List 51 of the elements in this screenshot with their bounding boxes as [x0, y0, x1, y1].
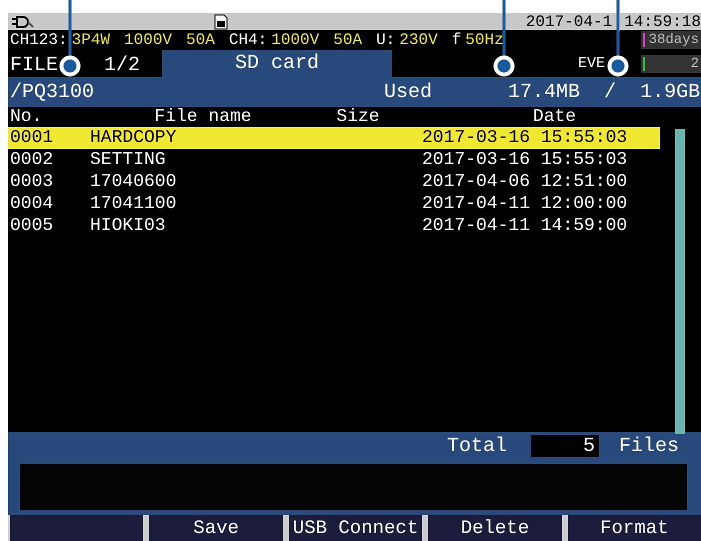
file-number: 0002: [10, 150, 54, 170]
total-count: 5: [530, 435, 599, 457]
file-date: 2017-04-11 14:59:00: [422, 216, 628, 236]
file-name: HIOKI03: [90, 216, 167, 236]
separator-text: /: [604, 80, 616, 104]
scrollbar[interactable]: [675, 129, 685, 434]
setting-value: 50Hz: [465, 31, 504, 49]
tab[interactable]: SD card: [162, 50, 392, 77]
file-date: 2017-03-16 15:55:03: [422, 128, 628, 148]
file-name: HARDCOPY: [90, 128, 178, 148]
file-name: 17041100: [90, 194, 178, 214]
file-date: 2017-04-06 12:51:00: [422, 172, 628, 192]
column-header: Size: [335, 107, 381, 127]
column-header: Date: [532, 107, 578, 127]
setting-label: U:: [376, 31, 396, 49]
files-label: Files: [618, 434, 679, 458]
file-date: 2017-03-16 15:55:03: [422, 150, 628, 170]
setting-value: 50A: [333, 31, 362, 49]
file-number: 0001: [10, 128, 54, 148]
setting-label: f: [452, 31, 462, 49]
total-label: Total: [446, 434, 507, 458]
setting-value: 3P4W: [72, 31, 110, 49]
file-name: 17040600: [90, 172, 178, 192]
setting-value: 1000V: [271, 31, 320, 49]
capacity-size: 1.9GB: [640, 80, 700, 104]
folder-path: /PQ3100: [10, 80, 94, 104]
file-name: SETTING: [90, 150, 167, 170]
event-label: EVE: [578, 55, 605, 72]
date-text: 2017-04-1: [526, 12, 612, 30]
function-key[interactable]: Format: [568, 515, 701, 541]
file-number: 0004: [10, 194, 54, 214]
day-counter: 38days: [641, 31, 701, 49]
power-plug-icon: [12, 16, 34, 28]
setting-value: 1000V: [124, 31, 172, 49]
setting-value: 50A: [186, 31, 215, 49]
function-key[interactable]: [10, 515, 144, 541]
column-header: File name: [153, 107, 253, 127]
setting-label: CH4:: [228, 31, 268, 49]
file-number: 0003: [10, 172, 54, 192]
column-header: No.: [10, 107, 44, 127]
setting-label: CH123:: [10, 31, 68, 49]
used-label: Used: [384, 80, 432, 104]
file-number: 0005: [10, 216, 54, 236]
file-row[interactable]: 0001 HARDCOPY 2017-03-16 15:55:03: [8, 127, 660, 149]
event-counter: 2: [641, 54, 701, 72]
used-size: 17.4MB: [508, 80, 580, 104]
setting-value: 230V: [399, 31, 438, 49]
function-key[interactable]: Delete: [428, 515, 562, 541]
function-key[interactable]: USB Connect: [288, 515, 422, 541]
function-key[interactable]: Save: [149, 515, 283, 541]
file-date: 2017-04-11 12:00:00: [422, 194, 628, 214]
